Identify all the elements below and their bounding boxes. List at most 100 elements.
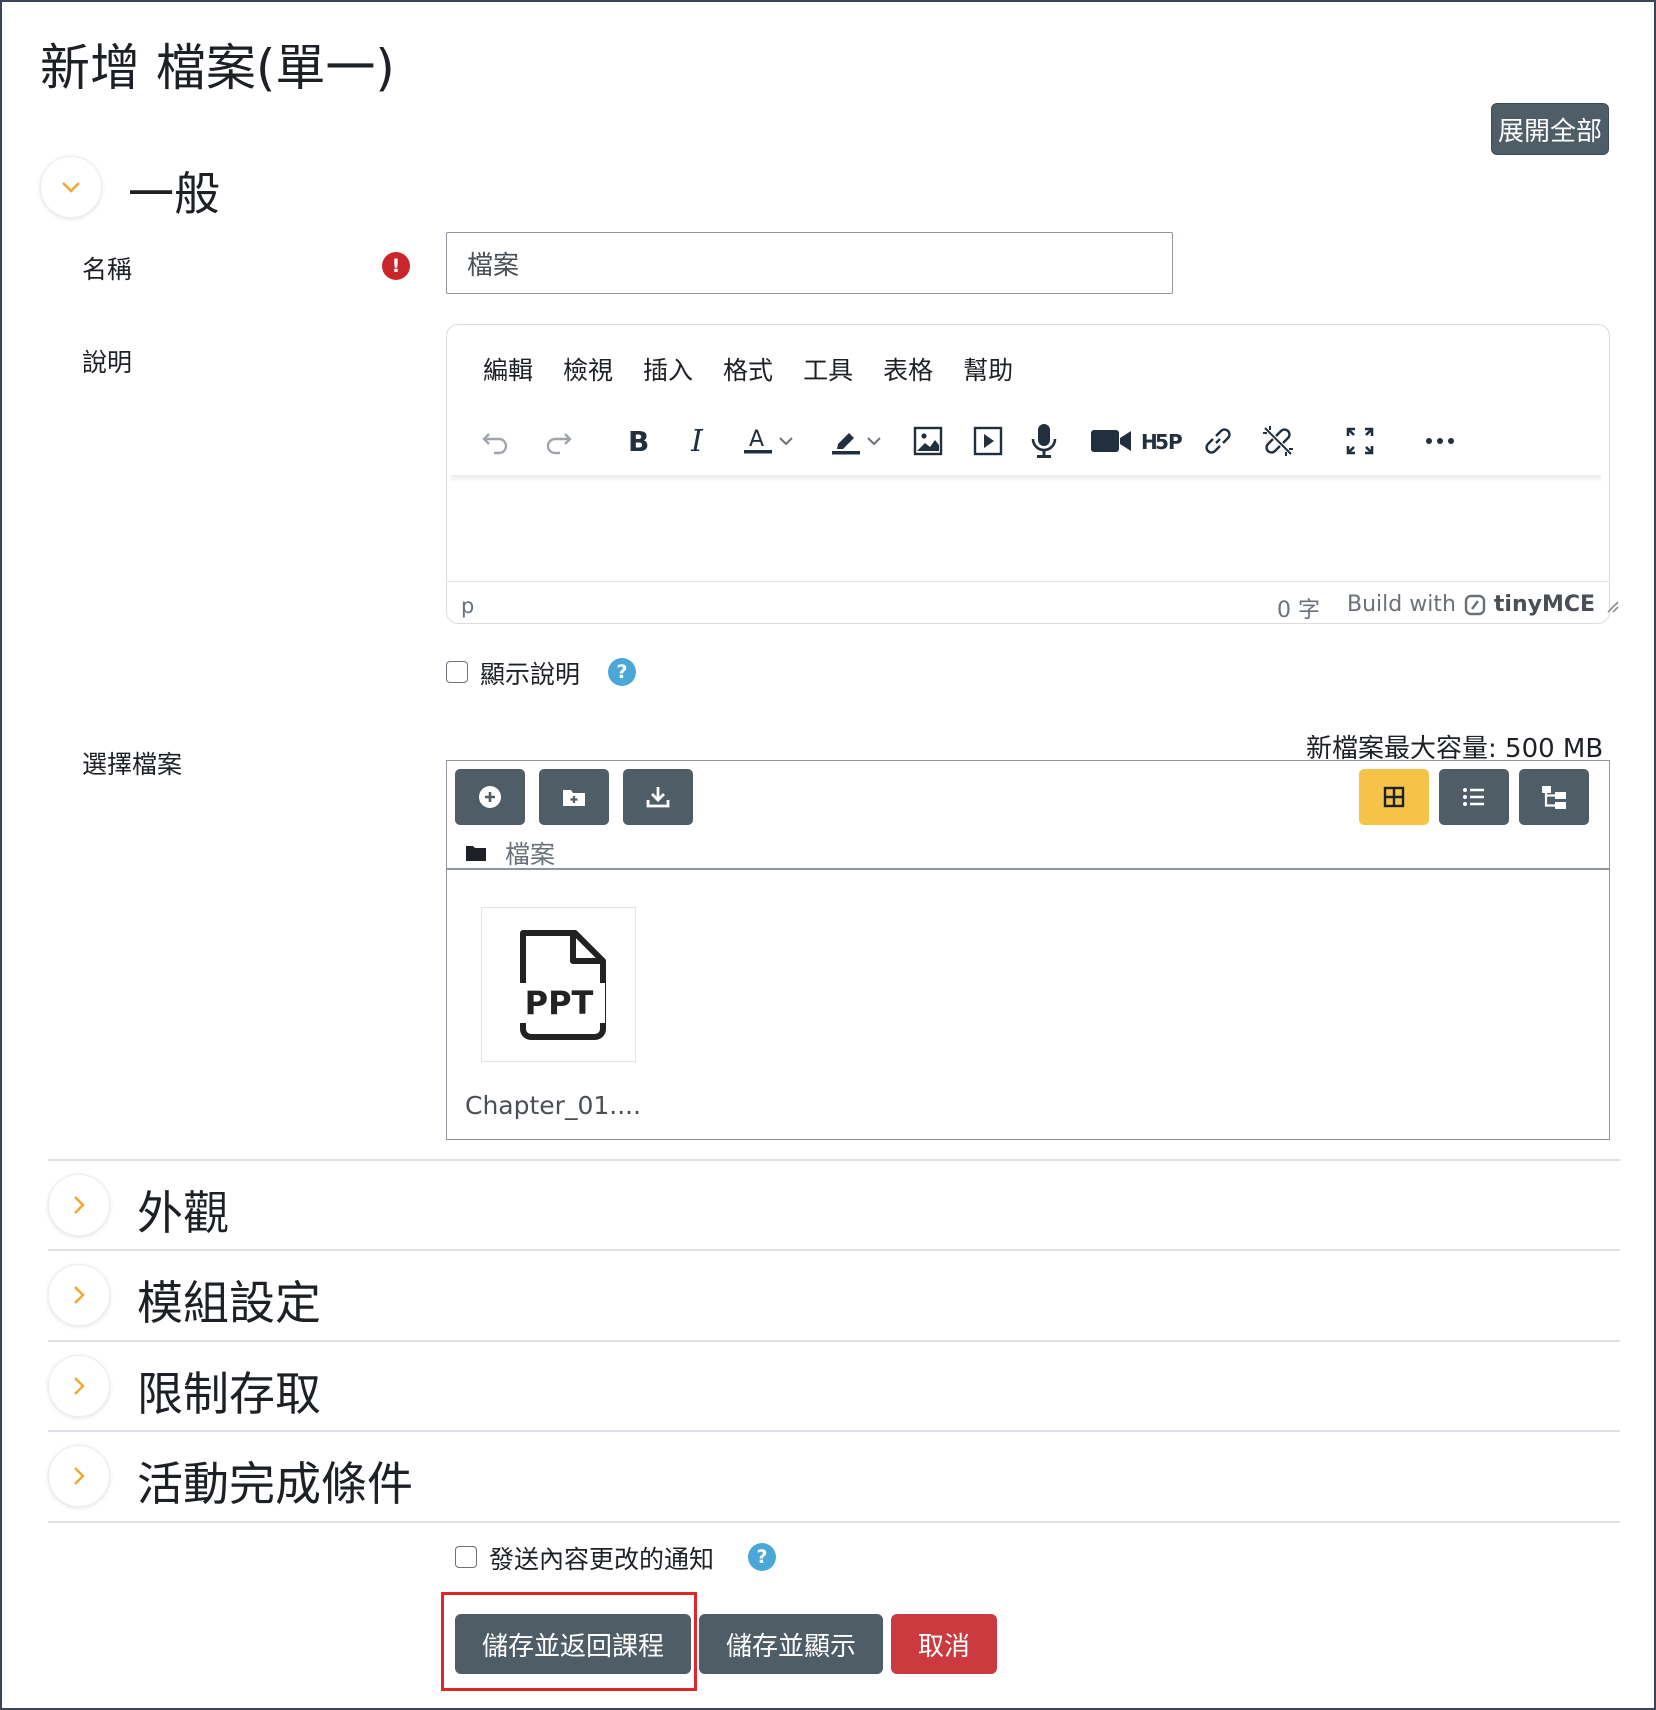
- svg-text:P: P: [1168, 430, 1183, 454]
- redo-button[interactable]: [533, 411, 583, 471]
- chevron-down-icon: [779, 437, 793, 446]
- description-editor: 編輯 檢視 插入 格式 工具 表格 幫助 B I A H 5 P p 0 字 B…: [446, 324, 1619, 624]
- help-icon[interactable]: ?: [748, 1543, 776, 1571]
- chevron-right-icon: [74, 1467, 85, 1485]
- section-divider: [48, 1249, 1620, 1251]
- menu-help[interactable]: 幫助: [963, 351, 1013, 387]
- add-file-button[interactable]: [455, 769, 525, 825]
- chevron-right-icon: [74, 1286, 85, 1304]
- menu-edit[interactable]: 編輯: [483, 351, 533, 387]
- image-button[interactable]: [903, 411, 953, 471]
- save-and-display-button[interactable]: 儲存並顯示: [699, 1614, 883, 1674]
- more-button[interactable]: [1415, 411, 1465, 471]
- download-all-button[interactable]: [623, 769, 693, 825]
- bold-button[interactable]: B: [613, 411, 663, 471]
- page-title: 新增 檔案(單一): [40, 39, 395, 97]
- chevron-right-icon: [74, 1377, 85, 1395]
- menu-view[interactable]: 檢視: [563, 351, 613, 387]
- menu-insert[interactable]: 插入: [643, 351, 693, 387]
- notify-label: 發送內容更改的通知: [489, 1545, 715, 1574]
- svg-text:I: I: [690, 425, 704, 457]
- resize-handle-icon[interactable]: [1603, 597, 1619, 613]
- text-color-icon: A: [744, 427, 772, 454]
- section-divider: [48, 1430, 1620, 1432]
- restrict-access-collapse-toggle[interactable]: [48, 1355, 110, 1417]
- appearance-collapse-toggle[interactable]: [48, 1174, 110, 1236]
- editor-toolbar: B I A H5P: [471, 411, 1581, 471]
- activity-completion-collapse-toggle[interactable]: [48, 1445, 110, 1507]
- italic-button[interactable]: I: [673, 411, 723, 471]
- file-thumbnail[interactable]: PPT: [481, 907, 636, 1062]
- highlight-icon: [832, 433, 860, 455]
- media-button[interactable]: [963, 411, 1013, 471]
- folder-tree-icon: [1542, 786, 1566, 809]
- plus-circle-icon: [479, 786, 501, 808]
- folder-icon: [466, 846, 486, 861]
- description-label: 說明: [82, 348, 133, 377]
- download-icon: [646, 787, 670, 808]
- file-picker: 檔案 PPT Chapter_01....: [446, 760, 1610, 1140]
- view-tree-button[interactable]: [1519, 769, 1589, 825]
- path-folder-name[interactable]: 檔案: [505, 835, 555, 871]
- undo-button[interactable]: [471, 411, 521, 471]
- editor-menubar: 編輯 檢視 插入 格式 工具 表格 幫助: [483, 351, 1013, 387]
- highlight-dropdown[interactable]: [859, 411, 889, 471]
- unlink-button[interactable]: [1253, 411, 1303, 471]
- link-icon: [1205, 428, 1231, 454]
- more-icon: [1426, 438, 1454, 444]
- tinymce-logo-icon: [1464, 594, 1486, 615]
- fullscreen-button[interactable]: [1335, 411, 1385, 471]
- section-title-module-settings[interactable]: 模組設定: [137, 1267, 321, 1333]
- view-list-button[interactable]: [1439, 769, 1509, 825]
- word-count[interactable]: 0 字: [1277, 592, 1320, 624]
- name-label: 名稱: [82, 255, 133, 284]
- expand-all-button[interactable]: 展開全部: [1491, 103, 1609, 155]
- image-icon: [913, 426, 943, 456]
- list-icon: [1463, 788, 1484, 806]
- editor-statusbar: p 0 字 Build with tinyMCE: [447, 581, 1619, 624]
- section-title-appearance[interactable]: 外觀: [137, 1177, 229, 1243]
- help-icon[interactable]: ?: [608, 658, 636, 686]
- cancel-button[interactable]: 取消: [891, 1614, 997, 1674]
- section-title-activity-completion[interactable]: 活動完成條件: [137, 1448, 413, 1514]
- chevron-down-icon: [62, 182, 80, 193]
- view-icons-button[interactable]: [1359, 769, 1429, 825]
- section-title-restrict-access[interactable]: 限制存取: [137, 1358, 321, 1424]
- svg-text:A: A: [749, 427, 764, 452]
- show-description-checkbox[interactable]: [446, 661, 468, 683]
- bold-icon: B: [628, 425, 649, 457]
- required-icon: !: [382, 252, 410, 280]
- create-folder-button[interactable]: [539, 769, 609, 825]
- record-video-button[interactable]: [1081, 411, 1141, 471]
- general-collapse-toggle[interactable]: [40, 156, 102, 218]
- record-audio-button[interactable]: [1019, 411, 1069, 471]
- h5p-button[interactable]: H5P: [1135, 411, 1191, 471]
- notify-checkbox[interactable]: [455, 1546, 477, 1568]
- show-description-label: 顯示說明: [480, 660, 581, 689]
- redo-icon: [546, 433, 572, 455]
- section-divider: [48, 1159, 1620, 1161]
- file-name[interactable]: Chapter_01....: [465, 1091, 641, 1120]
- svg-text:5: 5: [1155, 430, 1169, 454]
- chevron-down-icon: [867, 437, 881, 446]
- menu-table[interactable]: 表格: [883, 351, 933, 387]
- section-title-general: 一般: [128, 167, 220, 221]
- microphone-icon: [1031, 424, 1057, 458]
- build-with-tinymce[interactable]: Build with tinyMCE: [1347, 592, 1619, 617]
- select-file-label: 選擇檔案: [82, 750, 183, 779]
- grid-icon: [1383, 786, 1405, 808]
- unlink-icon: [1263, 426, 1293, 456]
- text-color-dropdown[interactable]: [771, 411, 801, 471]
- file-path-breadcrumb: 檔案: [465, 835, 555, 871]
- module-settings-collapse-toggle[interactable]: [48, 1264, 110, 1326]
- element-path[interactable]: p: [461, 594, 474, 618]
- section-divider: [48, 1521, 1620, 1523]
- menu-format[interactable]: 格式: [723, 351, 773, 387]
- link-button[interactable]: [1193, 411, 1243, 471]
- build-with-text: Build with: [1347, 592, 1456, 617]
- video-icon: [1091, 430, 1131, 452]
- svg-text:B: B: [628, 425, 649, 457]
- section-divider: [48, 1340, 1620, 1342]
- menu-tools[interactable]: 工具: [803, 351, 853, 387]
- name-input[interactable]: 檔案: [446, 232, 1173, 294]
